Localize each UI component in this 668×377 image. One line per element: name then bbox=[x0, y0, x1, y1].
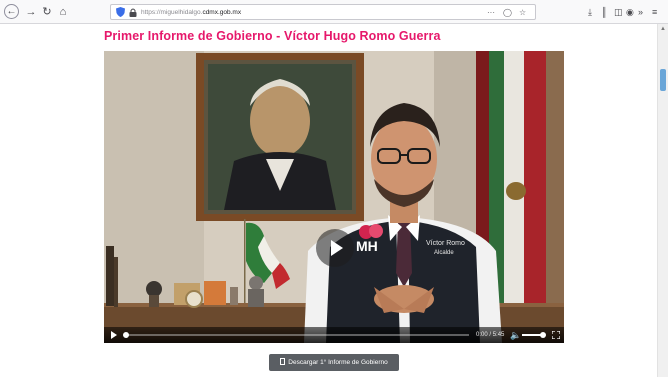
document-icon bbox=[280, 358, 286, 365]
overflow-icon[interactable]: » bbox=[638, 5, 643, 19]
lock-icon[interactable] bbox=[129, 8, 137, 17]
home-icon[interactable]: ⌂ bbox=[56, 5, 70, 19]
page-actions-icon[interactable]: ··· bbox=[487, 7, 495, 18]
page-scrollbar[interactable]: ▲ bbox=[657, 24, 668, 377]
time-display: 0:00 / 5:45 bbox=[476, 332, 505, 338]
shield-icon[interactable] bbox=[116, 7, 125, 17]
browser-toolbar: ← → ↻ ⌂ https://miguelhidalgo.cdmx.gob.m… bbox=[0, 0, 668, 24]
play-pause-icon[interactable] bbox=[111, 331, 117, 339]
video-player[interactable]: MH Víctor Romo Alcalde 0:00 / 5:45 🔈 bbox=[104, 51, 564, 343]
bookmark-star-icon[interactable]: ☆ bbox=[519, 7, 526, 18]
scroll-up-icon[interactable]: ▲ bbox=[660, 26, 666, 32]
account-icon[interactable]: ◉ bbox=[626, 5, 634, 19]
scrollbar-thumb[interactable] bbox=[660, 69, 666, 91]
fullscreen-icon[interactable] bbox=[552, 331, 560, 339]
back-icon[interactable]: ← bbox=[4, 4, 19, 19]
pocket-icon[interactable]: ◯ bbox=[503, 7, 512, 18]
vest-logo-text: MH bbox=[356, 238, 378, 254]
download-report-label: Descargar 1° Informe de Gobierno bbox=[288, 359, 388, 366]
progress-track[interactable] bbox=[124, 334, 469, 336]
progress-knob[interactable] bbox=[123, 332, 129, 338]
forward-icon[interactable]: → bbox=[24, 5, 38, 19]
sidebar-icon[interactable]: ◫ bbox=[614, 5, 623, 19]
volume-icon[interactable]: 🔈 bbox=[510, 329, 521, 341]
downloads-icon[interactable]: ⤓ bbox=[588, 5, 592, 19]
big-play-button[interactable] bbox=[316, 229, 354, 267]
download-report-button[interactable]: Descargar 1° Informe de Gobierno bbox=[269, 354, 399, 371]
vest-name-text: Víctor Romo bbox=[426, 240, 465, 247]
video-controls: 0:00 / 5:45 🔈 bbox=[104, 327, 564, 343]
url-text[interactable]: https://miguelhidalgo.cdmx.gob.mx bbox=[141, 7, 241, 18]
library-icon[interactable]: ║ bbox=[601, 5, 607, 19]
volume-knob[interactable] bbox=[539, 332, 546, 338]
video-frame: MH Víctor Romo Alcalde bbox=[104, 51, 564, 343]
play-icon bbox=[331, 240, 343, 256]
reload-icon[interactable]: ↻ bbox=[40, 5, 54, 19]
menu-icon[interactable]: ≡ bbox=[652, 5, 657, 19]
vest-role-text: Alcalde bbox=[434, 250, 454, 256]
url-bar[interactable]: https://miguelhidalgo.cdmx.gob.mx ··· ◯ … bbox=[110, 4, 536, 20]
page-title: Primer Informe de Gobierno - Víctor Hugo… bbox=[104, 29, 441, 43]
